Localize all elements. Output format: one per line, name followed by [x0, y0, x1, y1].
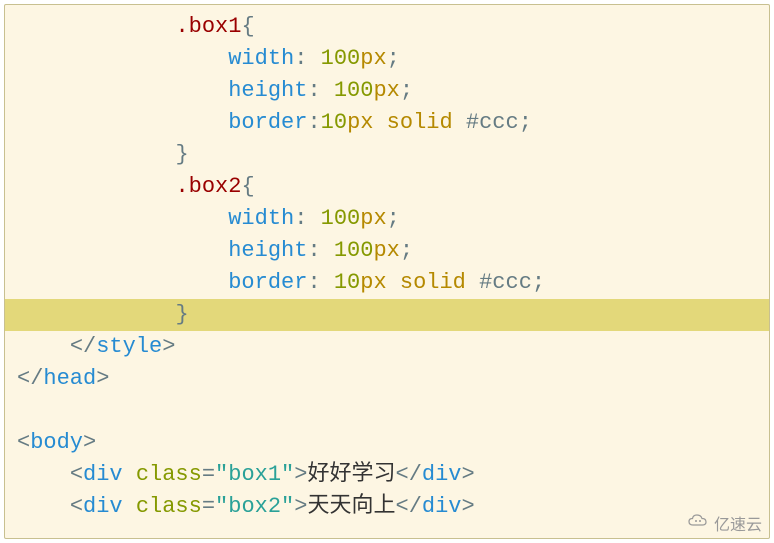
html-text: 好好学习 [307, 462, 395, 487]
brace-open: { [241, 174, 254, 199]
tag-bracket: < [17, 366, 30, 391]
code-line: .box1{ [5, 11, 769, 43]
css-value-number: 100 [334, 238, 374, 263]
css-value-number: 10 [321, 110, 347, 135]
code-line: } [5, 139, 769, 171]
colon: : [307, 78, 320, 103]
code-line: </style> [5, 331, 769, 363]
tag-bracket: > [83, 430, 96, 455]
tag-name: div [83, 462, 123, 487]
equals: = [202, 494, 215, 519]
semicolon: ; [519, 110, 532, 135]
tag-bracket: > [96, 366, 109, 391]
tag-slash: / [409, 494, 422, 519]
brace-close: } [175, 142, 188, 167]
css-value-keyword: solid [400, 270, 466, 295]
colon: : [307, 110, 320, 135]
css-value-color: #ccc [479, 270, 532, 295]
code-line: border: 10px solid #ccc; [5, 267, 769, 299]
css-value-unit: px [373, 238, 399, 263]
code-line: <div class="box2">天天向上</div> [5, 491, 769, 523]
attr-name: class [136, 494, 202, 519]
css-value-number: 100 [334, 78, 374, 103]
css-property: height [228, 78, 307, 103]
code-line-empty [5, 395, 769, 427]
code-line: height: 100px; [5, 235, 769, 267]
colon: : [307, 270, 320, 295]
code-line: <div class="box1">好好学习</div> [5, 459, 769, 491]
semicolon: ; [387, 46, 400, 71]
tag-bracket: < [70, 494, 83, 519]
tag-bracket: > [462, 462, 475, 487]
tag-slash: / [83, 334, 96, 359]
tag-name: div [422, 462, 462, 487]
tag-name: div [422, 494, 462, 519]
brace-open: { [241, 14, 254, 39]
equals: = [202, 462, 215, 487]
attr-value: "box1" [215, 462, 294, 487]
code-line: .box2{ [5, 171, 769, 203]
tag-name: head [43, 366, 96, 391]
semicolon: ; [400, 238, 413, 263]
css-value-unit: px [347, 110, 373, 135]
css-value-number: 100 [321, 206, 361, 231]
colon: : [294, 206, 307, 231]
tag-bracket: < [17, 430, 30, 455]
attr-value: "box2" [215, 494, 294, 519]
brace-close: } [175, 302, 188, 327]
code-line: </head> [5, 363, 769, 395]
code-line: width: 100px; [5, 43, 769, 75]
tag-bracket: > [462, 494, 475, 519]
code-line: border:10px solid #ccc; [5, 107, 769, 139]
css-value-unit: px [360, 46, 386, 71]
css-property: border [228, 270, 307, 295]
css-property: height [228, 238, 307, 263]
tag-name: style [96, 334, 162, 359]
tag-bracket: < [395, 494, 408, 519]
code-line-highlighted: } [5, 299, 769, 331]
colon: : [307, 238, 320, 263]
cloud-icon [686, 513, 710, 534]
code-line: width: 100px; [5, 203, 769, 235]
tag-bracket: > [162, 334, 175, 359]
css-value-unit: px [360, 206, 386, 231]
semicolon: ; [532, 270, 545, 295]
css-value-number: 100 [321, 46, 361, 71]
watermark: 亿速云 [686, 511, 762, 535]
tag-slash: / [409, 462, 422, 487]
css-value-color: #ccc [466, 110, 519, 135]
css-property: width [228, 46, 294, 71]
tag-bracket: < [395, 462, 408, 487]
html-text: 天天向上 [307, 494, 395, 519]
code-line: <body> [5, 427, 769, 459]
code-editor: .box1{ width: 100px; height: 100px; bord… [4, 4, 770, 539]
tag-bracket: < [70, 462, 83, 487]
tag-name: body [30, 430, 83, 455]
tag-bracket: > [294, 494, 307, 519]
css-property: width [228, 206, 294, 231]
semicolon: ; [400, 78, 413, 103]
css-selector: .box1 [175, 14, 241, 39]
css-property: border [228, 110, 307, 135]
semicolon: ; [387, 206, 400, 231]
tag-bracket: > [294, 462, 307, 487]
tag-name: div [83, 494, 123, 519]
css-value-unit: px [360, 270, 386, 295]
colon: : [294, 46, 307, 71]
css-value-unit: px [373, 78, 399, 103]
watermark-text: 亿速云 [714, 511, 762, 535]
tag-bracket: < [70, 334, 83, 359]
css-selector: .box2 [175, 174, 241, 199]
code-line: height: 100px; [5, 75, 769, 107]
css-value-number: 10 [334, 270, 360, 295]
tag-slash: / [30, 366, 43, 391]
attr-name: class [136, 462, 202, 487]
css-value-keyword: solid [387, 110, 453, 135]
